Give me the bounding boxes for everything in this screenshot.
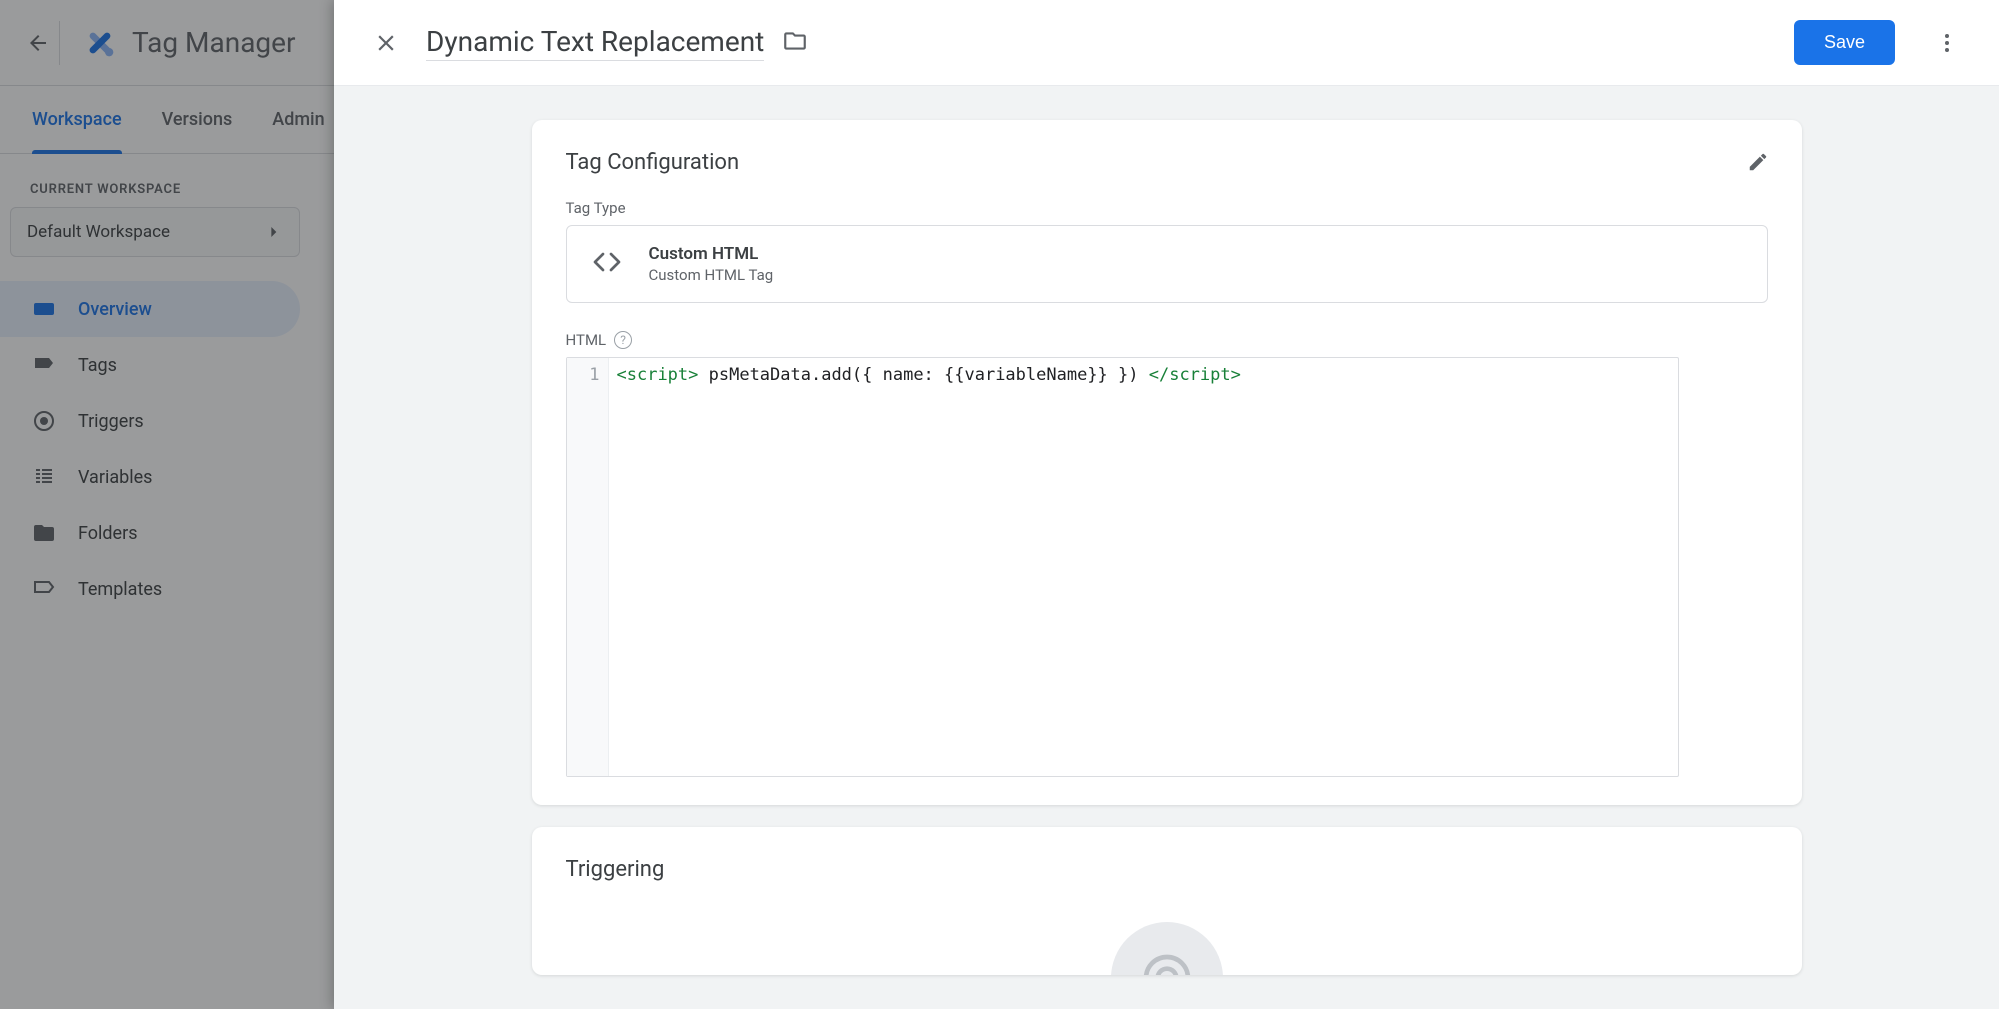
tag-type-text: Custom HTML Custom HTML Tag bbox=[649, 244, 774, 284]
add-trigger-circle[interactable] bbox=[1111, 922, 1223, 975]
code-gutter: 1 bbox=[567, 358, 609, 776]
code-close-tag: </script> bbox=[1149, 365, 1241, 385]
close-button[interactable] bbox=[362, 19, 410, 67]
save-button[interactable]: Save bbox=[1794, 20, 1895, 65]
code-open-tag: <script> bbox=[617, 365, 699, 385]
tag-type-selector[interactable]: Custom HTML Custom HTML Tag bbox=[566, 225, 1768, 303]
more-menu-button[interactable] bbox=[1923, 19, 1971, 67]
line-number: 1 bbox=[567, 364, 600, 386]
triggering-card[interactable]: Triggering bbox=[532, 827, 1802, 975]
target-icon bbox=[1139, 950, 1195, 975]
code-icon bbox=[591, 246, 623, 282]
tag-name-input[interactable]: Dynamic Text Replacement bbox=[426, 25, 764, 61]
tag-editor-panel: Dynamic Text Replacement Save Tag Config… bbox=[334, 0, 1999, 1009]
close-icon bbox=[373, 30, 399, 56]
more-vert-icon bbox=[1935, 31, 1959, 55]
html-label-row: HTML ? bbox=[566, 331, 1768, 349]
tag-type-label: Tag Type bbox=[566, 199, 1768, 217]
trigger-placeholder bbox=[566, 922, 1768, 975]
html-code-editor[interactable]: 1 <script> psMetaData.add({ name: {{vari… bbox=[566, 357, 1679, 777]
help-icon[interactable]: ? bbox=[614, 331, 632, 349]
edit-button[interactable] bbox=[1736, 140, 1780, 184]
folder-outline-icon[interactable] bbox=[782, 28, 808, 58]
title-wrap: Dynamic Text Replacement bbox=[426, 25, 808, 61]
tag-type-name: Custom HTML bbox=[649, 244, 774, 264]
panel-header: Dynamic Text Replacement Save bbox=[334, 0, 1999, 86]
panel-content: Tag Configuration Tag Type Custom HTML C… bbox=[334, 86, 1999, 1009]
code-content[interactable]: <script> psMetaData.add({ name: {{variab… bbox=[609, 358, 1678, 776]
pencil-icon bbox=[1747, 151, 1769, 173]
tag-configuration-card: Tag Configuration Tag Type Custom HTML C… bbox=[532, 120, 1802, 805]
html-label: HTML bbox=[566, 331, 607, 349]
tag-type-sub: Custom HTML Tag bbox=[649, 266, 774, 284]
card-title: Triggering bbox=[566, 857, 1768, 882]
card-title: Tag Configuration bbox=[566, 150, 1768, 175]
code-body: psMetaData.add({ name: {{variableName}} … bbox=[698, 365, 1148, 385]
